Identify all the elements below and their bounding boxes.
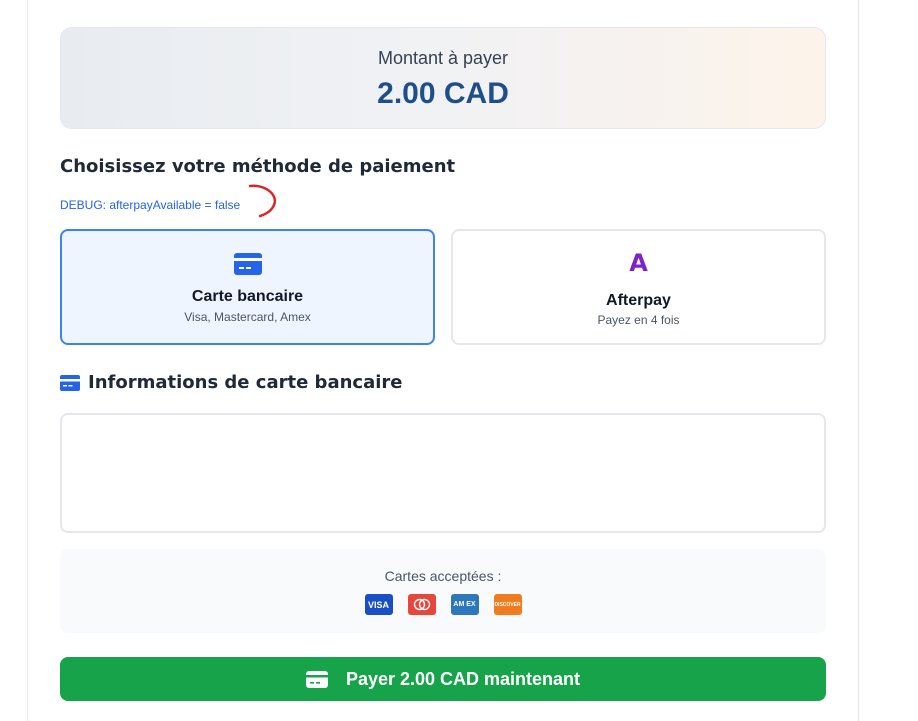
method-card-subtitle: Visa, Mastercard, Amex (184, 310, 311, 324)
accepted-cards-label: Cartes acceptées : (384, 568, 502, 584)
card-input-field[interactable] (60, 413, 826, 533)
payment-method-title: Choisissez votre méthode de paiement (60, 156, 456, 177)
method-afterpay-subtitle: Payez en 4 fois (597, 313, 680, 327)
visa-logo: VISA (364, 594, 393, 615)
page: Montant à payer 2.00 CAD Choisissez votr… (0, 0, 918, 721)
mastercard-logo (407, 594, 436, 615)
annotation-squiggle (248, 184, 276, 218)
credit-card-icon (62, 253, 433, 280)
amount-value: 2.00 CAD (377, 77, 509, 110)
credit-card-icon (305, 670, 328, 688)
credit-card-icon (60, 374, 80, 391)
afterpay-icon: A (629, 249, 648, 277)
discover-logo: DISCOVER (493, 594, 522, 615)
debug-text: DEBUG: afterpayAvailable = false (60, 198, 241, 212)
amex-logo: AM EX (450, 594, 479, 615)
amount-label: Montant à payer (377, 48, 509, 68)
pay-button[interactable]: Payer 2.00 CAD maintenant (60, 657, 826, 701)
pay-button-label: Payer 2.00 CAD maintenant (345, 668, 581, 689)
accepted-cards: Cartes acceptées : VISA AM EX DISCOVER (60, 549, 826, 633)
method-afterpay-title: Afterpay (606, 292, 671, 309)
card-logos: VISA AM EX DISCOVER (60, 594, 826, 615)
card-info-title: Informations de carte bancaire (88, 372, 403, 393)
method-afterpay-option[interactable]: A Afterpay Payez en 4 fois (451, 229, 826, 345)
amount-summary: Montant à payer 2.00 CAD (60, 27, 826, 129)
method-card-title: Carte bancaire (191, 288, 304, 305)
card-info-heading: Informations de carte bancaire (60, 372, 402, 393)
method-card-option[interactable]: Carte bancaire Visa, Mastercard, Amex (60, 229, 435, 345)
